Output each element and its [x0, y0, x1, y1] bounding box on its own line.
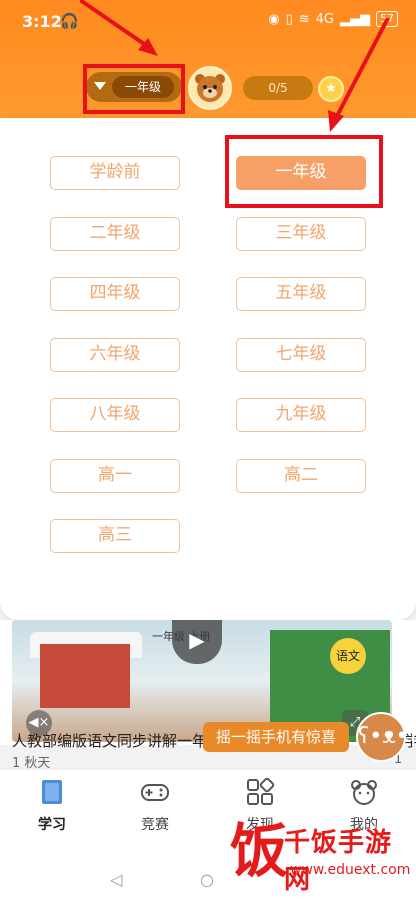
- grade-option-senior-1[interactable]: 高一: [50, 459, 180, 493]
- grade-option-grade-6[interactable]: 六年级: [50, 338, 180, 372]
- home-icon[interactable]: ○: [200, 870, 214, 889]
- grade-option-grade-5[interactable]: 五年级: [236, 277, 366, 311]
- shake-banner[interactable]: 摇一摇手机有惊喜: [203, 722, 349, 752]
- discover-grid-icon: [247, 777, 275, 805]
- nav-label-study: 学习: [38, 817, 66, 833]
- grade-option-grade-7[interactable]: 七年级: [236, 338, 366, 372]
- gamepad-icon: [141, 784, 169, 801]
- annotation-arrow-left: [80, 0, 158, 56]
- annotation-box-selected-grade: [225, 135, 383, 208]
- grade-option-senior-3[interactable]: 高三: [50, 519, 180, 553]
- grade-option-preschool[interactable]: 学龄前: [50, 156, 180, 190]
- watermark-name: 千饭手游网: [284, 828, 393, 895]
- annotation-box-grade-selector: [83, 64, 185, 114]
- grade-option-grade-8[interactable]: 八年级: [50, 398, 180, 432]
- textbook-label: 语文: [330, 638, 366, 674]
- grade-option-senior-2[interactable]: 高二: [236, 459, 366, 493]
- wifi-icon: ≋: [298, 11, 310, 27]
- progress-counter: 0/5: [243, 76, 313, 100]
- grade-option-grade-9[interactable]: 九年级: [236, 398, 366, 432]
- play-icon[interactable]: ▶: [172, 620, 222, 664]
- grade-option-grade-2[interactable]: 二年级: [50, 217, 180, 251]
- status-time: 3:12: [22, 12, 62, 31]
- house-illustration: [40, 644, 130, 708]
- vibrate-icon: ▯: [285, 11, 293, 27]
- nav-label-contest: 竞赛: [141, 817, 169, 833]
- watermark-url: www.eduext.com: [290, 862, 411, 878]
- annotation-arrow-right: [328, 18, 390, 132]
- eye-icon: ◉: [268, 11, 280, 27]
- nav-item-study[interactable]: 学习: [12, 770, 92, 834]
- grade-option-grade-3[interactable]: 三年级: [236, 217, 366, 251]
- book-icon: [42, 780, 62, 804]
- watermark-logo: 饭: [230, 817, 289, 885]
- watermark: 饭 千饭手游网 www.eduext.com: [230, 812, 412, 896]
- nav-item-contest[interactable]: 竞赛: [115, 770, 195, 834]
- video-subtitle: 1 秋天: [12, 756, 51, 771]
- bear-mascot-icon[interactable]: ʕ•ᴥ•ʔ: [356, 712, 416, 762]
- video-title[interactable]: 人教部编版语文同步讲解一年: [12, 730, 207, 751]
- headset-icon: 🎧: [60, 12, 79, 30]
- back-icon[interactable]: ◁: [110, 870, 122, 889]
- grade-option-grade-4[interactable]: 四年级: [50, 277, 180, 311]
- bear-avatar-icon[interactable]: [188, 66, 232, 110]
- profile-bear-icon: [351, 780, 377, 805]
